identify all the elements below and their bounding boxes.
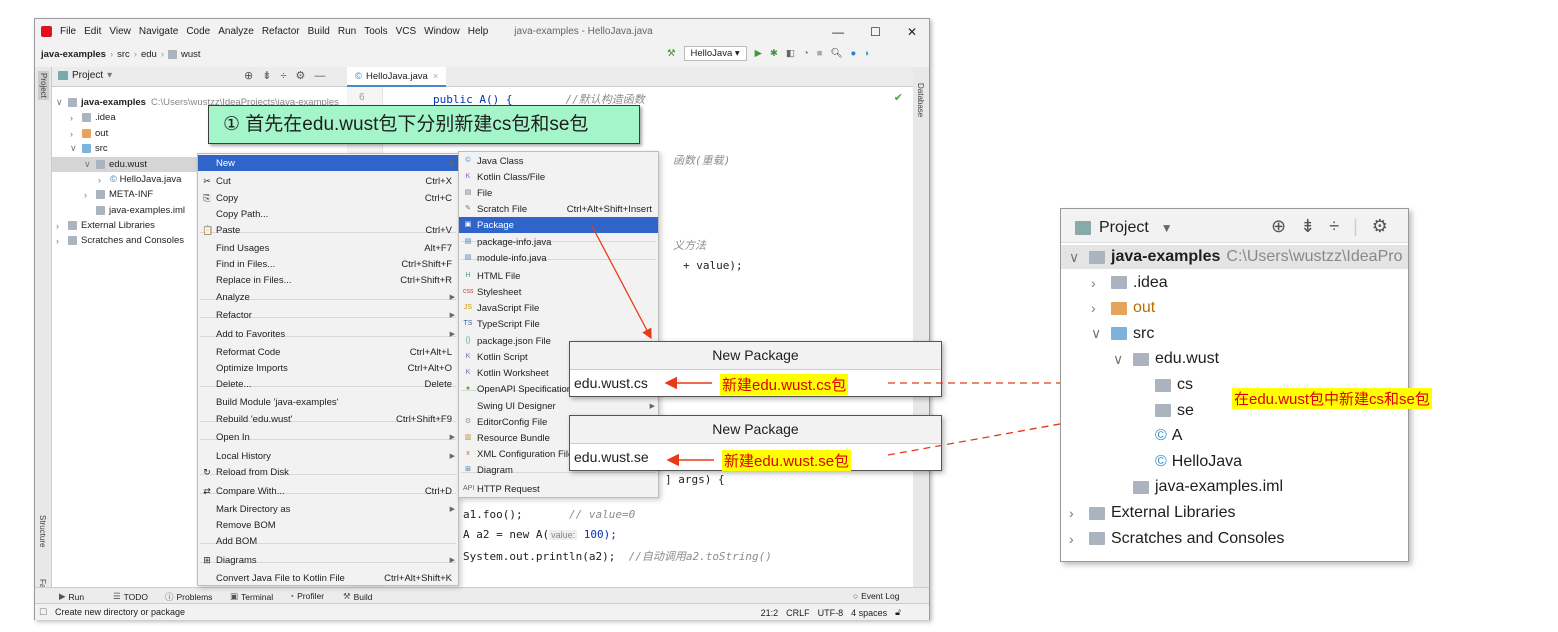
file-icon — [1133, 480, 1149, 494]
result-tree-item[interactable]: © HelloJava — [1061, 450, 1408, 474]
result-tree-item[interactable]: ∨ src — [1061, 322, 1408, 346]
chevron-down-icon[interactable]: ∨ — [1069, 249, 1089, 266]
tree-item-label: External Libraries — [1111, 504, 1236, 521]
result-tree-item[interactable]: java-examples.iml — [1061, 475, 1408, 499]
chevron-right-icon[interactable]: › — [1069, 531, 1089, 547]
tree-item-label: src — [1133, 324, 1155, 342]
project-icon — [1075, 221, 1091, 235]
java-class-icon: © — [1155, 427, 1167, 445]
tree-item-label: A — [1171, 427, 1183, 445]
folder-icon — [1111, 327, 1127, 341]
collapse-all-icon[interactable]: ÷ — [1329, 216, 1339, 237]
tree-item-label: cs — [1177, 376, 1193, 393]
expand-all-icon[interactable]: ⇟ — [1300, 216, 1315, 237]
tree-item-label: out — [1133, 299, 1156, 317]
project-view-select[interactable]: Project — [1099, 219, 1149, 237]
chevron-down-icon[interactable]: ∨ — [1113, 351, 1133, 368]
folder-icon — [1155, 404, 1171, 418]
tree-item-path: C:\Users\wustzz\IdeaPro — [1226, 248, 1403, 265]
scratches-icon — [1089, 532, 1105, 546]
result-tree-item[interactable]: › External Libraries — [1061, 501, 1408, 525]
result-annotation: 在edu.wust包中新建cs和se包 — [1232, 388, 1432, 409]
chevron-right-icon[interactable]: › — [1069, 505, 1089, 521]
result-tree-item[interactable]: › Scratches and Consoles — [1061, 527, 1408, 551]
tree-item-label: HelloJava — [1171, 452, 1243, 470]
result-tree-item[interactable]: › out — [1061, 296, 1408, 320]
tree-item-label: java-examples — [1111, 248, 1221, 265]
result-project-panel: Project ▼ ⊕ ⇟ ÷ | ⚙ ∨ java-examples C:\Users\wu… — [1060, 208, 1409, 562]
result-tree-item[interactable]: › .idea — [1061, 271, 1408, 295]
chevron-right-icon[interactable]: › — [1091, 275, 1111, 291]
tree-item-label: edu.wust — [1155, 350, 1220, 368]
arrow-package-to-dialog — [591, 225, 652, 340]
locate-icon[interactable]: ⊕ — [1271, 216, 1286, 237]
java-class-icon: © — [1155, 452, 1167, 470]
library-icon — [1089, 506, 1105, 520]
chevron-right-icon[interactable]: › — [1091, 300, 1111, 316]
gear-icon[interactable]: ⚙ — [1372, 216, 1388, 237]
folder-icon — [1111, 276, 1127, 290]
chevron-down-icon[interactable]: ∨ — [1091, 325, 1111, 342]
tree-item-label: java-examples.iml — [1155, 478, 1284, 496]
result-tree-item[interactable]: ∨ java-examples C:\Users\wustzz\IdeaPro — [1061, 245, 1408, 269]
tree-item-label: .idea — [1133, 273, 1168, 291]
result-tree-item[interactable]: © A — [1061, 424, 1408, 448]
folder-icon — [1133, 352, 1149, 366]
folder-icon — [1089, 250, 1105, 264]
result-tree-item[interactable]: ∨ edu.wust — [1061, 347, 1408, 371]
folder-icon — [1111, 301, 1127, 315]
folder-icon — [1155, 378, 1171, 392]
tree-item-label: Scratches and Consoles — [1111, 529, 1285, 547]
tree-item-label: se — [1177, 401, 1194, 419]
